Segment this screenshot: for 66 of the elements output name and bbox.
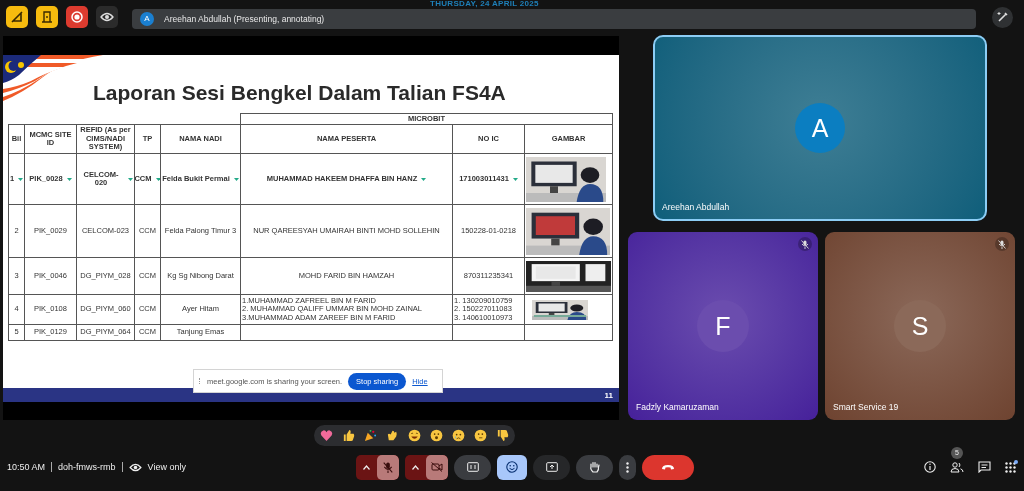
participant-tile[interactable]: A Areehan Abdullah — [654, 36, 986, 220]
participant-name: Smart Service 19 — [833, 402, 899, 412]
microphone-control[interactable] — [356, 454, 399, 480]
door-icon — [41, 11, 53, 23]
clapping-hands-icon[interactable] — [385, 429, 399, 442]
page-number: 11 — [604, 390, 613, 400]
clock-time: 10:50 AM — [7, 462, 46, 472]
annotation-off-button[interactable] — [6, 6, 28, 28]
raise-hand-button[interactable] — [576, 454, 613, 480]
more-options-button[interactable] — [619, 454, 636, 480]
presenter-avatar: A — [140, 11, 154, 26]
meeting-code: doh-fmws-rmb — [58, 462, 116, 472]
caret-icon[interactable] — [363, 464, 370, 470]
door-button[interactable] — [36, 6, 58, 28]
thumbs-up-icon[interactable] — [341, 429, 355, 442]
record-icon — [71, 11, 83, 23]
more-icon — [626, 461, 629, 473]
captions-icon — [466, 462, 479, 472]
party-popper-icon[interactable] — [363, 429, 377, 442]
annotate-button[interactable] — [992, 6, 1013, 28]
slide-title: Laporan Sesi Bengkel Dalam Talian FS4A — [93, 80, 506, 106]
participant-name: Areehan Abdullah — [662, 202, 730, 212]
participant-tile[interactable]: S Smart Service 19 — [825, 232, 1015, 420]
thumbs-down-icon[interactable] — [495, 429, 509, 442]
captions-button[interactable] — [454, 454, 491, 480]
heart-icon[interactable] — [319, 429, 333, 442]
crying-face-icon[interactable] — [451, 429, 465, 442]
camera-control[interactable] — [405, 454, 448, 480]
smiley-icon — [506, 461, 518, 473]
eye-icon — [100, 12, 114, 22]
reactions-button[interactable] — [497, 454, 527, 480]
filter-arrow-icon[interactable] — [155, 177, 160, 181]
drag-handle-icon[interactable] — [199, 378, 201, 384]
leave-call-button[interactable] — [642, 454, 694, 480]
eye-icon — [128, 462, 142, 472]
caret-icon[interactable] — [412, 464, 419, 470]
filter-arrow-icon[interactable] — [18, 177, 24, 181]
info-icon[interactable] — [924, 461, 936, 473]
eye-button[interactable] — [96, 6, 118, 28]
pen-icon — [996, 11, 1009, 23]
participant-avatar: F — [697, 300, 749, 352]
filter-arrow-icon[interactable] — [128, 177, 133, 181]
participant-avatar: A — [795, 103, 845, 153]
surprised-face-icon[interactable] — [429, 429, 443, 442]
presenter-label: Areehan Abdullah (Presenting, annotating) — [164, 13, 325, 24]
participant-avatar: S — [894, 300, 946, 352]
filter-arrow-icon[interactable] — [66, 177, 72, 181]
date-label: THURSDAY, 24 APRIL 2025 — [430, 0, 539, 8]
people-icon[interactable] — [950, 461, 964, 473]
filter-arrow-icon[interactable] — [512, 177, 518, 181]
laughing-face-icon[interactable] — [407, 429, 421, 442]
participant-name: Fadzly Kamaruzaman — [636, 402, 719, 412]
camera-off-icon — [431, 462, 443, 472]
view-mode-label: View only — [147, 462, 186, 472]
record-button[interactable] — [66, 6, 88, 28]
participant-tile[interactable]: F Fadzly Kamaruzaman — [628, 232, 818, 420]
phone-hangup-icon — [661, 463, 675, 471]
thinking-face-icon[interactable] — [473, 429, 487, 442]
present-button[interactable] — [533, 454, 570, 480]
microphone-off-icon — [383, 461, 393, 473]
apps-grid-icon[interactable] — [1005, 461, 1016, 473]
present-screen-icon — [545, 462, 558, 472]
chat-icon[interactable] — [978, 461, 991, 473]
filter-arrow-icon[interactable] — [421, 177, 427, 181]
filter-arrow-icon[interactable] — [233, 177, 239, 181]
hand-icon — [589, 461, 600, 473]
